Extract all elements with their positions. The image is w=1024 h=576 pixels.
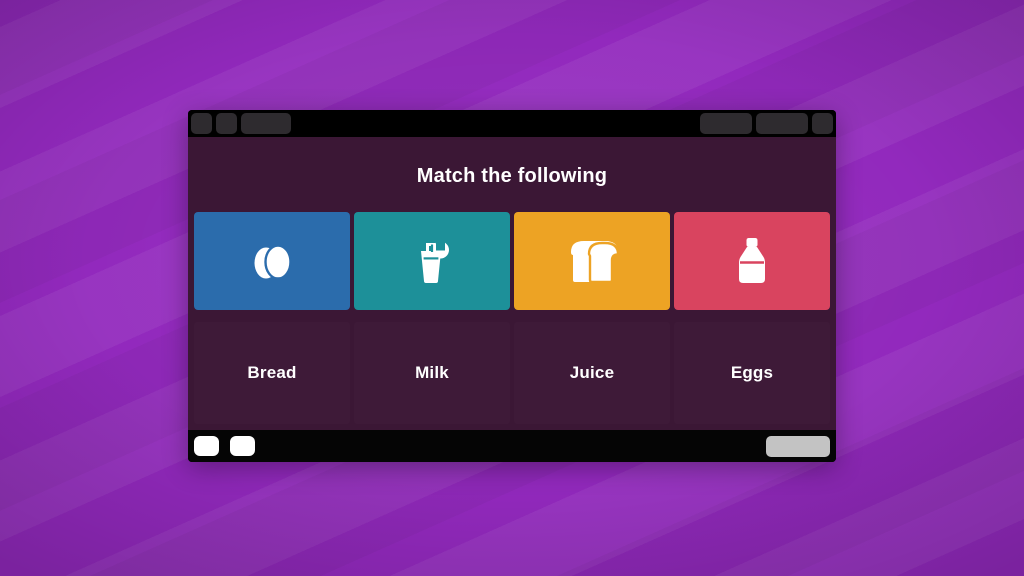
bottombar-chip-2[interactable] [230,436,255,456]
image-card-row [194,212,830,310]
titlebar-chip-wide-1[interactable] [241,113,291,134]
juice-glass-icon [406,235,458,287]
image-card-juice[interactable] [354,212,510,310]
titlebar-chip-square-1[interactable] [191,113,212,134]
bottombar-wide-button[interactable] [766,435,830,457]
answer-option-eggs[interactable]: Eggs [674,322,830,424]
answer-option-juice[interactable]: Juice [514,322,670,424]
milk-bottle-icon [732,235,772,287]
window-titlebar [188,110,836,137]
screenshot-stage: Match the following Bread Milk Juice Egg… [0,0,1024,576]
eggs-icon [247,237,297,285]
page-title: Match the following [416,165,608,187]
answer-option-milk[interactable]: Milk [354,322,510,424]
titlebar-chip-wide-3[interactable] [756,113,808,134]
titlebar-chip-wide-2[interactable] [700,113,752,134]
image-card-milk[interactable] [674,212,830,310]
image-card-bread[interactable] [514,212,670,310]
titlebar-right-group [696,113,833,134]
titlebar-chip-square-2[interactable] [216,113,237,134]
bottombar-chip-1[interactable] [194,436,219,456]
answer-label-row: Bread Milk Juice Eggs [194,322,830,430]
activity-screen: Match the following Bread Milk Juice Egg… [188,137,836,430]
answer-option-bread[interactable]: Bread [194,322,350,424]
window-bottombar [188,430,836,462]
bread-loaf-icon [561,235,623,287]
image-card-eggs[interactable] [194,212,350,310]
titlebar-chip-square-3[interactable] [812,113,833,134]
tablet-window: Match the following Bread Milk Juice Egg… [188,110,836,462]
